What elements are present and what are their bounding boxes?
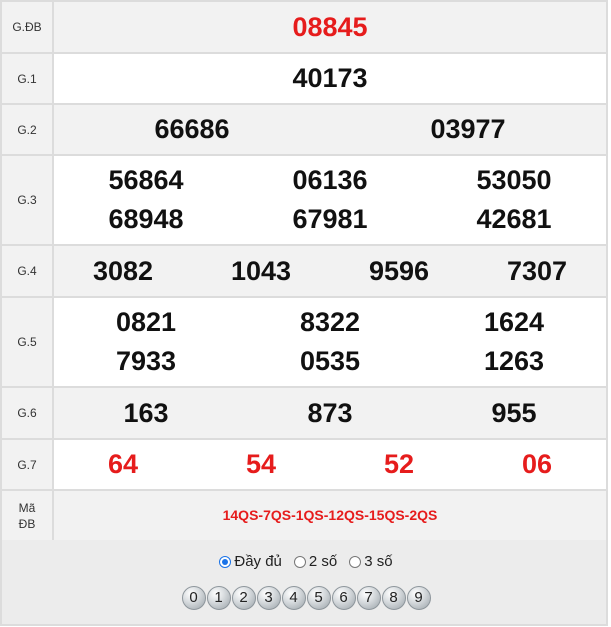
prize-number: 0535 <box>299 346 361 376</box>
prize-number: 64 <box>107 449 139 479</box>
digit-8-button[interactable]: 8 <box>381 586 406 610</box>
prize-number: 06136 <box>292 165 368 195</box>
row-special-prize: G.ĐB 08845 <box>0 0 608 54</box>
prize-number: 1043 <box>230 255 292 286</box>
prize-number: 67981 <box>292 204 368 234</box>
digit-0-button[interactable]: 0 <box>181 586 206 610</box>
prize-number: 52 <box>383 449 415 479</box>
prize-number: 68948 <box>108 204 184 234</box>
prize-number: 06 <box>521 449 553 479</box>
prize-number: 1263 <box>483 346 545 376</box>
option-2-digits[interactable]: 2 số <box>293 553 337 570</box>
prize-number: 9596 <box>368 255 430 286</box>
prize-number: 42681 <box>476 204 552 234</box>
option-full[interactable]: Đầy đủ <box>219 553 282 570</box>
row-prize-4: G.4 3082 1043 9596 7307 <box>0 244 608 298</box>
prize-label: G.3 <box>0 154 54 246</box>
prize-label: G.5 <box>0 296 54 388</box>
radio-unchecked-icon[interactable] <box>349 555 362 568</box>
prize-number: 53050 <box>476 165 552 195</box>
prize-number: 7933 <box>115 346 177 376</box>
prize-number: 54 <box>245 449 277 479</box>
prize-number: 873 <box>307 397 353 428</box>
prize-number: 56864 <box>108 165 184 195</box>
digit-2-button[interactable]: 2 <box>231 586 256 610</box>
lottery-results: G.ĐB 08845 G.1 40173 G.2 66686 03977 G.3… <box>0 0 611 627</box>
digit-3-button[interactable]: 3 <box>256 586 281 610</box>
prize-label: G.1 <box>0 52 54 105</box>
digit-9-button[interactable]: 9 <box>406 586 431 610</box>
row-prize-3: G.3 56864 06136 53050 68948 67981 42681 <box>0 154 608 246</box>
results-table: G.ĐB 08845 G.1 40173 G.2 66686 03977 G.3… <box>0 0 608 542</box>
digit-filter-buttons: 0 1 2 3 4 5 6 7 8 9 <box>2 586 610 610</box>
prize-number: 8322 <box>299 307 361 337</box>
special-code-label: Mã ĐB <box>0 489 54 542</box>
option-3-digits[interactable]: 3 số <box>349 553 393 570</box>
digit-4-button[interactable]: 4 <box>281 586 306 610</box>
row-prize-5: G.5 0821 8322 1624 7933 0535 1263 <box>0 296 608 388</box>
prize-label: G.4 <box>0 244 54 298</box>
prize-number: 40173 <box>292 63 368 93</box>
row-prize-2: G.2 66686 03977 <box>0 103 608 156</box>
row-prize-7: G.7 64 54 52 06 <box>0 438 608 491</box>
row-prize-6: G.6 163 873 955 <box>0 386 608 440</box>
prize-number: 03977 <box>430 114 506 144</box>
prize-label: G.6 <box>0 386 54 440</box>
prize-number: 3082 <box>92 255 154 286</box>
row-prize-1: G.1 40173 <box>0 52 608 105</box>
display-controls: Đầy đủ 2 số 3 số 0 1 2 3 4 5 6 7 8 9 <box>0 540 608 626</box>
radio-unchecked-icon[interactable] <box>293 555 306 568</box>
prize-number: 955 <box>491 397 537 428</box>
prize-label: G.ĐB <box>0 0 54 54</box>
prize-number: 7307 <box>506 255 568 286</box>
digit-5-button[interactable]: 5 <box>306 586 331 610</box>
digit-1-button[interactable]: 1 <box>206 586 231 610</box>
display-mode-options: Đầy đủ 2 số 3 số <box>2 553 610 570</box>
special-code-value: 14QS-7QS-1QS-12QS-15QS-2QS <box>222 506 438 523</box>
digit-7-button[interactable]: 7 <box>356 586 381 610</box>
prize-number: 0821 <box>115 307 177 337</box>
prize-number: 163 <box>123 397 169 428</box>
special-prize-number: 08845 <box>292 11 368 42</box>
prize-number: 1624 <box>483 307 545 337</box>
prize-label: G.7 <box>0 438 54 491</box>
row-special-code: Mã ĐB 14QS-7QS-1QS-12QS-15QS-2QS <box>0 489 608 542</box>
digit-6-button[interactable]: 6 <box>331 586 356 610</box>
prize-label: G.2 <box>0 103 54 156</box>
prize-number: 66686 <box>154 114 230 144</box>
radio-checked-icon[interactable] <box>219 555 232 568</box>
